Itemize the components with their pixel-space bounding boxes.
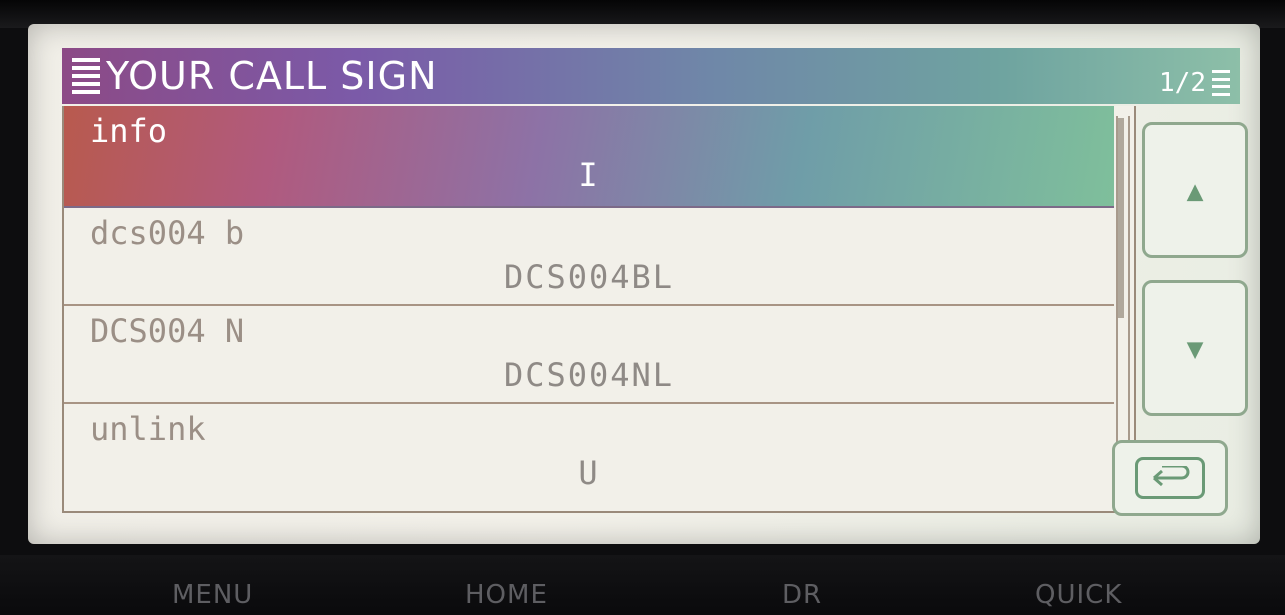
list-item-call: U — [578, 454, 600, 492]
list-item[interactable]: DCS004 N DCS004NL — [64, 306, 1114, 404]
list-item-call: DCS004NL — [503, 356, 675, 394]
page-title: YOUR CALL SIGN — [106, 54, 438, 98]
scroll-up-button[interactable]: ▲ — [1142, 122, 1248, 258]
scroll-down-button[interactable]: ▼ — [1142, 280, 1248, 416]
page-menu-icon — [1212, 70, 1230, 96]
quick-key[interactable]: QUICK — [1035, 580, 1122, 610]
list-item-name: unlink — [90, 410, 206, 448]
home-key[interactable]: HOME — [465, 580, 548, 610]
back-button[interactable] — [1112, 440, 1228, 516]
list-item[interactable]: dcs004 b DCS004BL — [64, 208, 1114, 306]
title-bar: YOUR CALL SIGN 1/2 — [62, 48, 1240, 104]
list-item[interactable]: unlink U — [64, 404, 1114, 500]
list-item-name: dcs004 b — [90, 214, 245, 252]
call-sign-list: info I dcs004 b DCS004BL DCS004 N DCS004… — [62, 106, 1136, 513]
page-number: 1/2 — [1159, 68, 1206, 98]
list-item-call: DCS004BL — [503, 258, 675, 296]
list-item-call: I — [578, 156, 600, 194]
down-arrow-icon: ▼ — [1186, 331, 1204, 365]
page-indicator: 1/2 — [1159, 68, 1230, 98]
back-arrow-icon — [1135, 457, 1205, 499]
list-item[interactable]: info I — [64, 106, 1114, 208]
scrollbar-thumb[interactable] — [1118, 118, 1124, 318]
up-arrow-icon: ▲ — [1186, 173, 1204, 207]
dr-key[interactable]: DR — [782, 580, 822, 610]
list-item-name: DCS004 N — [90, 312, 245, 350]
menu-key[interactable]: MENU — [172, 580, 253, 610]
menu-icon[interactable] — [72, 58, 100, 94]
list-item-name: info — [90, 112, 168, 150]
